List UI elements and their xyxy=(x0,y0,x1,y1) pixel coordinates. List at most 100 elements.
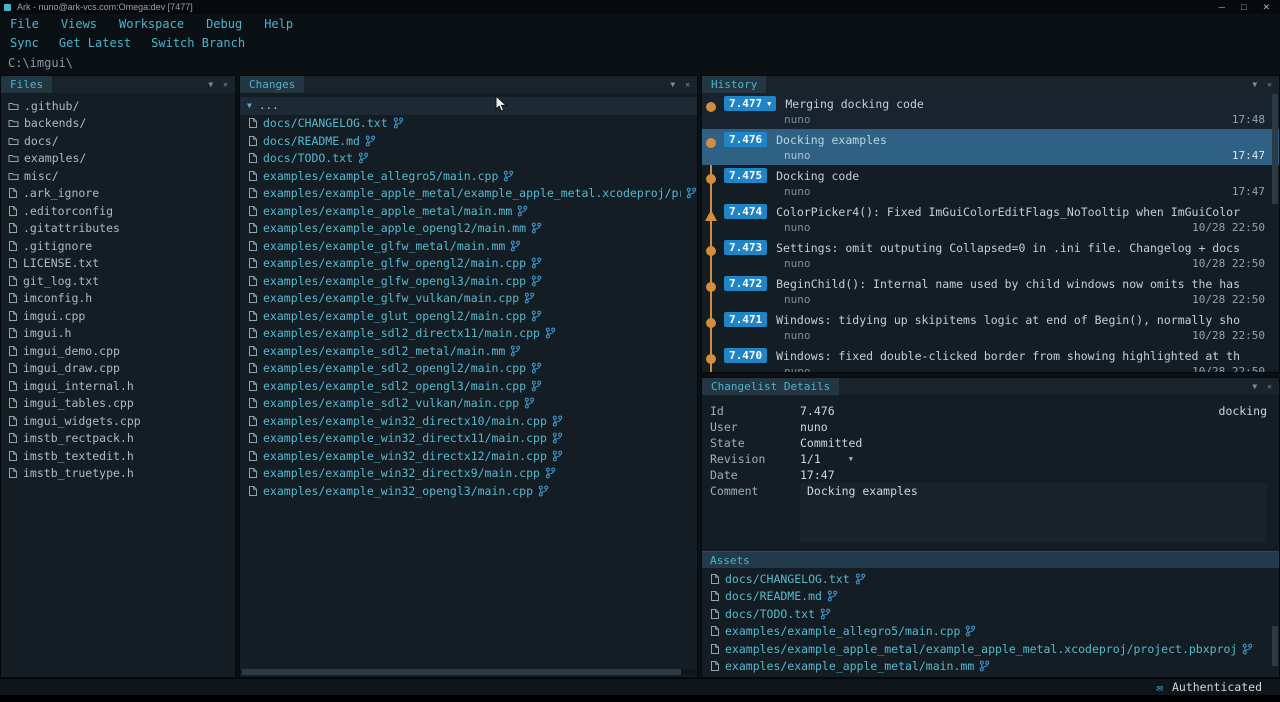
toolbar-button-switch-branch[interactable]: Switch Branch xyxy=(151,36,245,50)
change-item[interactable]: examples/example_sdl2_metal/main.mm xyxy=(240,342,697,360)
change-item[interactable]: examples/example_apple_opengl2/main.mm xyxy=(240,220,697,238)
files-panel-header: Files ▼ ✕ xyxy=(1,76,235,93)
file-tree-item[interactable]: .editorconfig xyxy=(1,202,235,220)
change-item[interactable]: examples/example_win32_directx10/main.cp… xyxy=(240,412,697,430)
revision-badge[interactable]: 7.470 xyxy=(724,348,767,363)
history-row[interactable]: 7.471Windows: tidying up skipitems logic… xyxy=(702,309,1279,345)
change-item[interactable]: examples/example_glfw_opengl3/main.cpp xyxy=(240,272,697,290)
scrollbar-thumb[interactable] xyxy=(242,669,681,675)
file-tree-item[interactable]: examples/ xyxy=(1,150,235,168)
close-button[interactable]: ✕ xyxy=(1262,2,1270,13)
change-item[interactable]: examples/example_win32_opengl3/main.cpp xyxy=(240,482,697,500)
close-panel-icon[interactable]: ✕ xyxy=(1267,382,1272,391)
change-item[interactable]: docs/CHANGELOG.txt xyxy=(240,115,697,133)
file-tree-item[interactable]: imgui_tables.cpp xyxy=(1,395,235,413)
minimize-button[interactable]: ─ xyxy=(1219,2,1225,13)
menu-item-file[interactable]: File xyxy=(10,17,39,31)
history-row[interactable]: 7.474ColorPicker4(): Fixed ImGuiColorEdi… xyxy=(702,201,1279,237)
toolbar-button-get-latest[interactable]: Get Latest xyxy=(59,36,131,50)
revision-badge[interactable]: 7.474 xyxy=(724,204,767,219)
file-tree-item[interactable]: docs/ xyxy=(1,132,235,150)
filter-icon[interactable]: ▼ xyxy=(1252,382,1257,391)
history-row[interactable]: 7.470Windows: fixed double-clicked borde… xyxy=(702,345,1279,372)
file-tree-item[interactable]: imgui.h xyxy=(1,325,235,343)
change-file-name: examples/example_win32_directx11/main.cp… xyxy=(263,431,547,445)
close-panel-icon[interactable]: ✕ xyxy=(685,80,690,89)
file-tree-item[interactable]: imgui_demo.cpp xyxy=(1,342,235,360)
menu-item-workspace[interactable]: Workspace xyxy=(119,17,184,31)
file-tree-item[interactable]: imgui_draw.cpp xyxy=(1,360,235,378)
close-panel-icon[interactable]: ✕ xyxy=(1267,80,1272,89)
file-tree-item[interactable]: git_log.txt xyxy=(1,272,235,290)
file-tree-item[interactable]: .gitignore xyxy=(1,237,235,255)
change-item[interactable]: docs/README.md xyxy=(240,132,697,150)
file-tree-item[interactable]: imgui.cpp xyxy=(1,307,235,325)
file-tree-item[interactable]: .ark_ignore xyxy=(1,185,235,203)
revision-badge[interactable]: 7.476 xyxy=(724,132,767,147)
filter-icon[interactable]: ▼ xyxy=(208,80,213,89)
file-tree-item[interactable]: imgui_internal.h xyxy=(1,377,235,395)
file-name: LICENSE.txt xyxy=(23,256,99,270)
tree-expander-icon[interactable]: ▼ xyxy=(247,101,252,110)
change-item[interactable]: examples/example_allegro5/main.cpp xyxy=(702,623,1279,641)
change-item[interactable]: examples/example_win32_directx11/main.cp… xyxy=(240,430,697,448)
change-item[interactable]: examples/example_glfw_opengl2/main.cpp xyxy=(240,255,697,273)
filter-icon[interactable]: ▼ xyxy=(670,80,675,89)
menu-item-help[interactable]: Help xyxy=(264,17,293,31)
close-panel-icon[interactable]: ✕ xyxy=(223,80,228,89)
change-item[interactable]: examples/example_sdl2_vulkan/main.cpp xyxy=(240,395,697,413)
change-item[interactable]: examples/example_win32_directx12/main.cp… xyxy=(240,447,697,465)
change-item[interactable]: examples/example_sdl2_opengl3/main.cpp xyxy=(240,377,697,395)
revision-badge[interactable]: 7.471 xyxy=(724,312,767,327)
revision-combo[interactable]: 1/1▼ xyxy=(800,452,853,466)
maximize-button[interactable]: □ xyxy=(1241,2,1246,13)
history-row[interactable]: 7.477▼Merging docking codenuno17:48 xyxy=(702,93,1279,129)
revision-badge[interactable]: 7.473 xyxy=(724,240,767,255)
change-item[interactable]: examples/example_glut_opengl2/main.cpp xyxy=(240,307,697,325)
change-item[interactable]: examples/example_apple_metal/example_app… xyxy=(702,640,1279,658)
change-item[interactable]: examples/example_sdl2_opengl2/main.cpp xyxy=(240,360,697,378)
history-row[interactable]: 7.472BeginChild(): Internal name used by… xyxy=(702,273,1279,309)
file-tree-item[interactable]: imconfig.h xyxy=(1,290,235,308)
file-name: imstb_truetype.h xyxy=(23,466,134,480)
change-item[interactable]: examples/example_glfw_metal/main.mm xyxy=(240,237,697,255)
change-item[interactable]: examples/example_allegro5/main.cpp xyxy=(240,167,697,185)
comment-field[interactable]: Docking examples xyxy=(800,483,1267,543)
file-tree-item[interactable]: .gitattributes xyxy=(1,220,235,238)
change-item[interactable]: docs/TODO.txt xyxy=(702,605,1279,623)
history-row[interactable]: 7.473Settings: omit outputing Collapsed=… xyxy=(702,237,1279,273)
vertical-scrollbar[interactable] xyxy=(1272,396,1278,676)
revision-badge[interactable]: 7.477▼ xyxy=(724,96,776,111)
scrollbar-thumb[interactable] xyxy=(1272,94,1278,204)
file-tree-item[interactable]: misc/ xyxy=(1,167,235,185)
change-item[interactable]: docs/README.md xyxy=(702,588,1279,606)
file-tree-item[interactable]: imstb_textedit.h xyxy=(1,447,235,465)
file-tree-item[interactable]: imgui_widgets.cpp xyxy=(1,412,235,430)
change-item[interactable]: examples/example_apple_metal/example_app… xyxy=(240,185,697,203)
scrollbar-thumb[interactable] xyxy=(1272,626,1278,666)
horizontal-scrollbar[interactable] xyxy=(242,669,695,675)
history-row[interactable]: 7.476Docking examplesnuno17:47 xyxy=(702,129,1279,165)
file-tree-item[interactable]: imstb_truetype.h xyxy=(1,465,235,483)
change-item[interactable]: examples/example_win32_directx9/main.cpp xyxy=(240,465,697,483)
change-item[interactable]: examples/example_sdl2_directx11/main.cpp xyxy=(240,325,697,343)
toolbar-button-sync[interactable]: Sync xyxy=(10,36,39,50)
change-item[interactable]: examples/example_glfw_vulkan/main.cpp xyxy=(240,290,697,308)
change-item[interactable]: examples/example_apple_metal/main.mm xyxy=(702,658,1279,676)
filter-icon[interactable]: ▼ xyxy=(1252,80,1257,89)
change-item[interactable]: docs/TODO.txt xyxy=(240,150,697,168)
history-row[interactable]: 7.475Docking codenuno17:47 xyxy=(702,165,1279,201)
menu-item-views[interactable]: Views xyxy=(61,17,97,31)
revision-badge[interactable]: 7.472 xyxy=(724,276,767,291)
menu-item-debug[interactable]: Debug xyxy=(206,17,242,31)
file-tree-item[interactable]: imstb_rectpack.h xyxy=(1,430,235,448)
change-item[interactable]: docs/CHANGELOG.txt xyxy=(702,570,1279,588)
file-tree-item[interactable]: backends/ xyxy=(1,115,235,133)
vertical-scrollbar[interactable] xyxy=(1272,94,1278,371)
change-file-name: examples/example_apple_metal/main.mm xyxy=(725,659,974,673)
changes-root-row[interactable]: ▼ ... xyxy=(240,97,697,115)
revision-badge[interactable]: 7.475 xyxy=(724,168,767,183)
file-tree-item[interactable]: LICENSE.txt xyxy=(1,255,235,273)
change-item[interactable]: examples/example_apple_metal/main.mm xyxy=(240,202,697,220)
file-tree-item[interactable]: .github/ xyxy=(1,97,235,115)
